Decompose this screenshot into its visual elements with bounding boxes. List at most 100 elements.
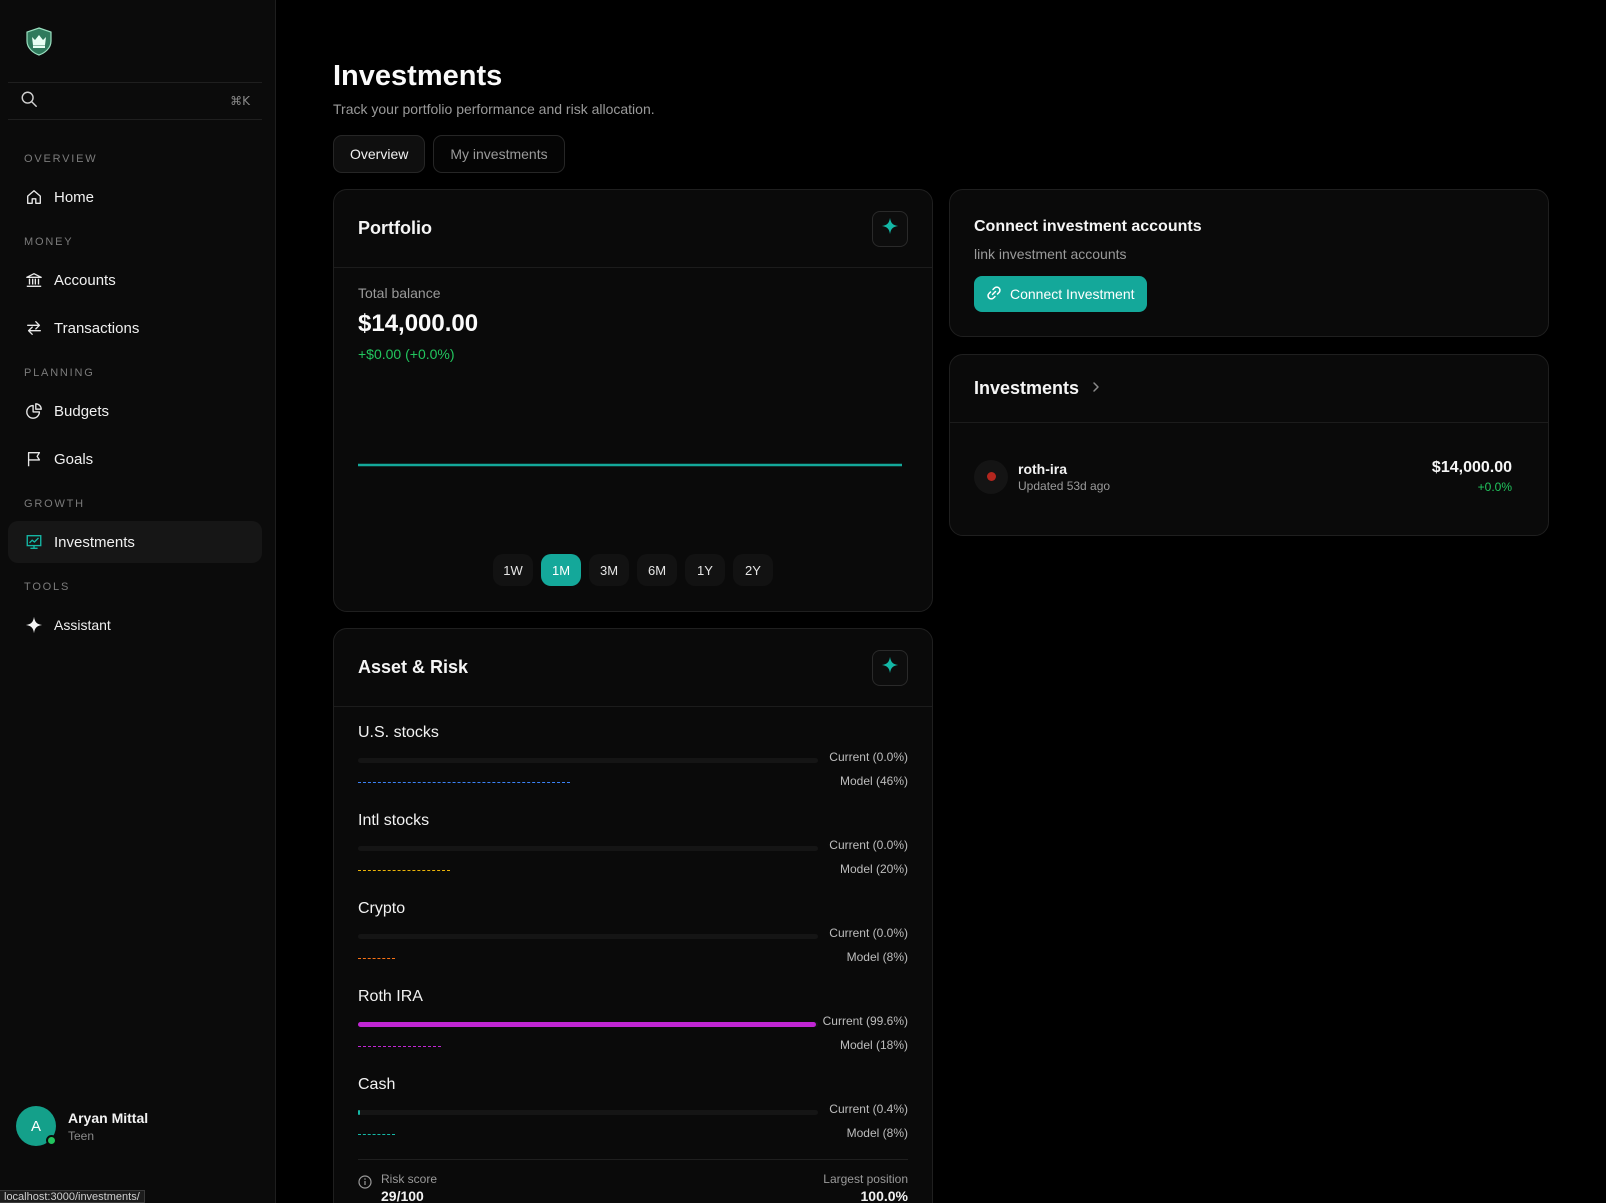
model-allocation-label: Model (20%) — [839, 862, 908, 876]
sidebar-item-assistant[interactable]: Assistant — [8, 604, 262, 646]
investment-name: roth-ira — [1018, 460, 1067, 477]
model-allocation-label: Model (46%) — [839, 774, 908, 788]
asset-name: Crypto — [358, 900, 406, 917]
model-allocation-line — [358, 958, 395, 959]
asset-row: Crypto Current (0.0%) Model (8%) — [358, 900, 908, 970]
connect-investment-label: Connect Investment — [1010, 286, 1135, 302]
model-allocation-label: Model (8%) — [846, 950, 908, 964]
current-allocation-fill — [358, 1110, 360, 1115]
current-allocation-row: Current (0.4%) — [358, 1098, 908, 1122]
investment-change: +0.0% — [1477, 480, 1512, 494]
bank-icon — [24, 270, 44, 290]
asset-name: Intl stocks — [358, 812, 430, 829]
asset-row: Intl stocks Current (0.0%) Model (20%) — [358, 812, 908, 882]
model-allocation-line — [358, 782, 570, 783]
browser-status-url: localhost:3000/investments/ — [0, 1190, 145, 1203]
range-button-6m[interactable]: 6M — [637, 554, 677, 586]
model-allocation-line — [358, 1134, 395, 1135]
section-label-planning: PLANNING — [24, 367, 95, 379]
current-allocation-track — [358, 1110, 818, 1115]
current-allocation-row: Current (0.0%) — [358, 834, 908, 858]
portfolio-title: Portfolio — [358, 218, 432, 238]
sidebar-item-accounts[interactable]: Accounts — [8, 259, 262, 301]
model-allocation-line — [358, 1046, 441, 1047]
time-range-selector: 1W 1M 3M 6M 1Y 2Y — [334, 554, 932, 586]
current-allocation-row: Current (0.0%) — [358, 746, 908, 770]
tab-overview[interactable]: Overview — [333, 135, 426, 173]
model-allocation-row: Model (46%) — [358, 770, 908, 794]
section-label-growth: GROWTH — [24, 498, 85, 510]
range-button-3m[interactable]: 3M — [589, 554, 629, 586]
user-name: Aryan Mittal — [68, 1109, 149, 1126]
link-icon — [986, 285, 1010, 304]
current-allocation-label: Current (0.4%) — [829, 1102, 908, 1116]
risk-score-value: 29/100 — [381, 1188, 424, 1203]
current-allocation-label: Current (0.0%) — [829, 926, 908, 940]
portfolio-ai-button[interactable] — [872, 210, 908, 247]
investment-amount: $14,000.00 — [1431, 459, 1512, 476]
asset-name: Roth IRA — [358, 988, 423, 1005]
sidebar-item-budgets[interactable]: Budgets — [8, 390, 262, 432]
range-button-2y[interactable]: 2Y — [733, 554, 773, 586]
connect-investment-button[interactable]: Connect Investment — [974, 276, 1147, 312]
asset-row: Cash Current (0.4%) Model (8%) — [358, 1076, 908, 1146]
page-title: Investments — [333, 60, 503, 92]
risk-score-label: Risk score — [381, 1172, 438, 1186]
pie-chart-icon — [24, 401, 44, 421]
range-button-1w[interactable]: 1W — [493, 554, 533, 586]
current-allocation-label: Current (0.0%) — [829, 750, 908, 764]
risk-summary: Risk score 29/100 Largest position 100.0… — [358, 1159, 908, 1203]
sparkle-icon — [881, 656, 899, 679]
sidebar-item-transactions[interactable]: Transactions — [8, 307, 262, 349]
sidebar-item-label: Assistant — [54, 617, 111, 633]
sidebar-item-label: Budgets — [54, 402, 110, 420]
asset-risk-card: Asset & Risk U.S. stocks Current (0.0%) Mo… — [333, 628, 933, 1203]
current-allocation-row: Current (99.6%) — [358, 1010, 908, 1034]
investments-list-header[interactable]: Investments — [950, 355, 1548, 423]
asset-row: Roth IRA Current (99.6%) Model (18%) — [358, 988, 908, 1058]
portfolio-card: Portfolio Total balance $14,000.00 +$0.0… — [333, 189, 933, 612]
current-allocation-track — [358, 934, 818, 939]
largest-position-label: Largest position — [823, 1172, 908, 1186]
section-label-tools: TOOLS — [24, 581, 71, 593]
flag-icon — [24, 449, 44, 469]
asset-name: Cash — [358, 1076, 396, 1093]
connect-accounts-card: Connect investment accounts link investm… — [949, 189, 1549, 337]
user-profile[interactable]: A Aryan Mittal Teen — [16, 1106, 148, 1146]
chevron-right-icon — [1079, 378, 1103, 399]
current-allocation-label: Current (99.6%) — [822, 1014, 908, 1028]
sidebar-item-label: Investments — [54, 533, 135, 551]
current-allocation-track — [358, 1022, 818, 1027]
model-allocation-line — [358, 870, 450, 871]
sidebar-item-label: Home — [54, 188, 95, 206]
range-button-1y[interactable]: 1Y — [685, 554, 725, 586]
model-allocation-label: Model (18%) — [839, 1038, 908, 1052]
range-button-1m[interactable]: 1M — [541, 554, 581, 586]
search-icon — [20, 90, 38, 113]
current-allocation-label: Current (0.0%) — [829, 838, 908, 852]
account-status-icon — [974, 459, 1008, 494]
info-icon[interactable] — [358, 1175, 372, 1189]
model-allocation-row: Model (20%) — [358, 858, 908, 882]
investment-row-roth-ira[interactable]: roth-ira Updated 53d ago $14,000.00 +0.0… — [974, 459, 1512, 494]
sidebar: ⌘K OVERVIEW Home MONEY Accounts Transact… — [0, 0, 276, 1203]
page-subtitle: Track your portfolio performance and ris… — [333, 101, 655, 117]
arrows-swap-icon — [24, 318, 44, 338]
avatar-initial: A — [30, 1117, 41, 1135]
section-label-money: MONEY — [24, 236, 74, 248]
sidebar-item-label: Goals — [54, 450, 94, 468]
asset-risk-ai-button[interactable] — [872, 649, 908, 686]
asset-risk-title: Asset & Risk — [358, 657, 469, 677]
avatar: A — [16, 1106, 57, 1146]
search-bar[interactable]: ⌘K — [8, 82, 262, 120]
tab-my-investments[interactable]: My investments — [433, 135, 565, 173]
sidebar-item-investments[interactable]: Investments — [8, 521, 262, 563]
investments-list-card: Investments roth-ira Updated 53d ago $14… — [949, 354, 1549, 536]
total-balance-value: $14,000.00 — [358, 310, 479, 337]
user-role: Teen — [68, 1128, 95, 1143]
sidebar-item-goals[interactable]: Goals — [8, 438, 262, 480]
shield-crown-logo-icon[interactable] — [24, 26, 54, 56]
connect-subtitle: link investment accounts — [974, 246, 1127, 262]
sidebar-item-label: Accounts — [54, 271, 116, 289]
sidebar-item-home[interactable]: Home — [8, 176, 262, 218]
